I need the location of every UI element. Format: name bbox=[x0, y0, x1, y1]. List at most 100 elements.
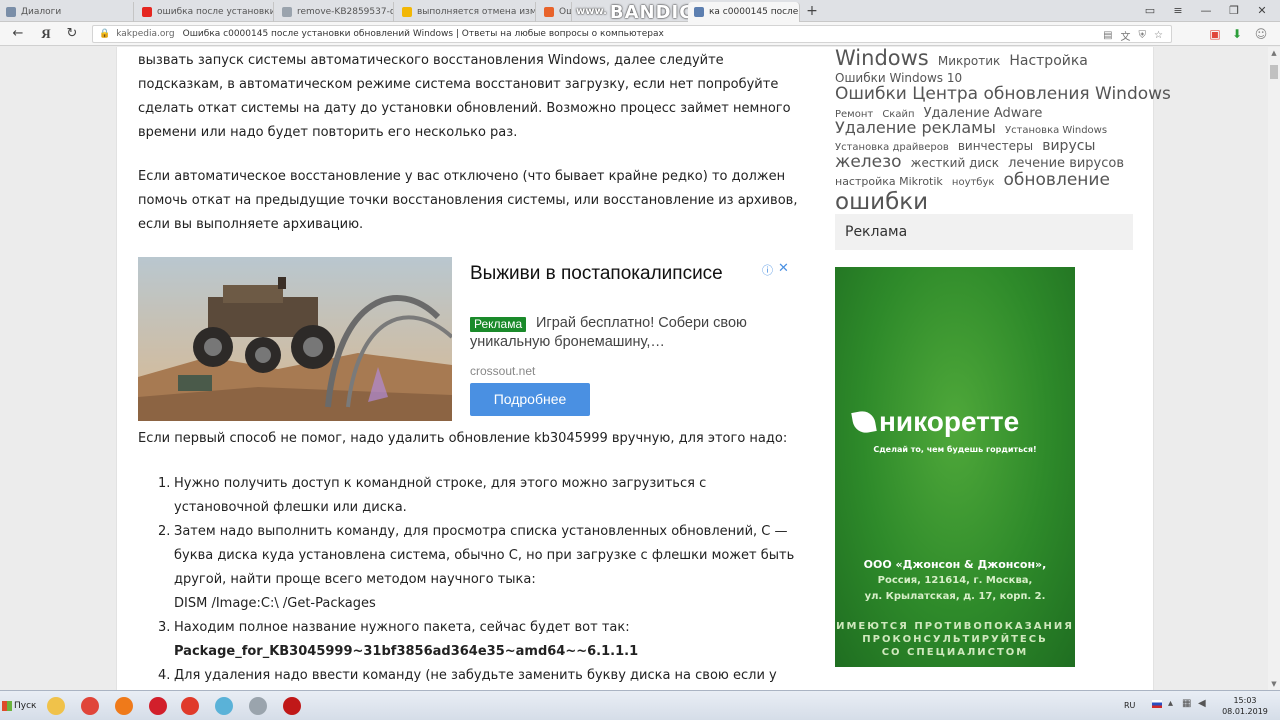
maximize-button[interactable]: ❐ bbox=[1222, 2, 1246, 20]
extension-icon[interactable]: ▣ bbox=[1206, 25, 1224, 43]
ad-description[interactable]: Играй бесплатно! Собери свою уникальную … bbox=[470, 314, 790, 352]
tab-label: ка c0000145 после bbox=[709, 7, 799, 17]
tag-link[interactable]: Ошибки Центра обновления Windows bbox=[835, 84, 1171, 104]
step-number: 3. bbox=[158, 620, 171, 635]
game-ad[interactable]: Выживи в постапокалипсисе Реклама Играй … bbox=[138, 257, 794, 421]
address-line: Россия, 121614, г. Москва, bbox=[877, 575, 1033, 586]
address-bar[interactable]: 🔒 kakpedia.org Ошибка c0000145 после уст… bbox=[92, 25, 1172, 43]
reader-icon[interactable]: ▤ bbox=[1103, 30, 1112, 41]
taskbar-app-firefox[interactable] bbox=[110, 694, 138, 718]
tag-link[interactable]: ноутбук bbox=[952, 177, 995, 188]
clock[interactable]: 15:03 08.01.2019 bbox=[1220, 695, 1270, 717]
banner-warning: ИМЕЮТСЯ ПРОТИВОПОКАЗАНИЯ ПРОКОНСУЛЬТИРУЙ… bbox=[835, 620, 1075, 659]
taskbar-app-notes[interactable] bbox=[210, 694, 238, 718]
tag-link[interactable]: Микротик bbox=[938, 54, 1000, 68]
tag-link[interactable]: лечение вирусов bbox=[1008, 156, 1124, 171]
tab-rollback[interactable]: выполняется отмена изм bbox=[396, 2, 536, 22]
tag-link[interactable]: ошибки bbox=[835, 189, 928, 215]
back-button[interactable]: ← bbox=[8, 25, 28, 43]
tag-link[interactable]: Windows bbox=[835, 47, 929, 70]
tabs-menu-icon[interactable]: ▭ bbox=[1138, 2, 1162, 20]
start-button[interactable]: Пуск bbox=[2, 695, 38, 717]
page-icon bbox=[282, 7, 292, 17]
nicorette-brand: никоретте bbox=[879, 406, 1020, 437]
taskbar-app-explorer[interactable] bbox=[42, 694, 70, 718]
tag-link[interactable]: Установка Windows bbox=[1005, 125, 1107, 137]
reload-button[interactable]: ↻ bbox=[62, 25, 82, 43]
tag-link[interactable]: Удаление рекламы bbox=[835, 118, 996, 137]
yandex-icon bbox=[181, 697, 199, 715]
tab-yandex-search[interactable]: ошибка после установки о bbox=[136, 2, 274, 22]
page-viewport: вызвать запуск системы автоматического в… bbox=[0, 47, 1280, 690]
list-item: 3. Находим полное название нужного пакет… bbox=[138, 616, 798, 664]
new-tab-button[interactable]: + bbox=[804, 2, 820, 20]
chrome-icon bbox=[81, 697, 99, 715]
bookmark-star-icon[interactable]: ☆ bbox=[1154, 30, 1163, 41]
close-window-button[interactable]: ✕ bbox=[1250, 2, 1274, 20]
instruction-list: 1. Нужно получить доступ к командной стр… bbox=[138, 472, 798, 690]
tray-arrow-icon[interactable]: ▴ bbox=[1168, 698, 1173, 709]
taskbar-app-record[interactable] bbox=[278, 694, 306, 718]
taskbar-app-disc[interactable] bbox=[244, 694, 272, 718]
tab-strip: Диалоги ошибка после установки о remove-… bbox=[0, 0, 1280, 22]
ad-more-button[interactable]: Подробнее bbox=[470, 383, 590, 416]
clock-date: 08.01.2019 bbox=[1222, 707, 1268, 716]
minimize-button[interactable]: — bbox=[1194, 2, 1218, 20]
ad-title[interactable]: Выживи в постапокалипсисе bbox=[470, 261, 770, 286]
volume-icon[interactable]: ◀ bbox=[1198, 698, 1206, 709]
start-label: Пуск bbox=[14, 701, 37, 711]
taskbar-app-opera[interactable] bbox=[144, 694, 172, 718]
tab-active-error[interactable]: ка c0000145 после ✕ bbox=[688, 2, 800, 22]
tab-label: ошибка после установки о bbox=[157, 7, 274, 17]
scroll-down-icon[interactable]: ▼ bbox=[1268, 678, 1280, 690]
scroll-thumb[interactable] bbox=[1270, 65, 1278, 79]
nicorette-logo: никоретте bbox=[851, 406, 1057, 437]
tag-link[interactable]: настройка Mikrotik bbox=[835, 175, 943, 188]
list-item: 1. Нужно получить доступ к командной стр… bbox=[138, 472, 798, 520]
tag-link[interactable]: Настройка bbox=[1009, 53, 1088, 69]
tab-dialogs[interactable]: Диалоги bbox=[0, 2, 134, 22]
protect-icon[interactable]: ⛨ bbox=[1139, 30, 1147, 41]
ad-image[interactable] bbox=[138, 257, 452, 421]
browser-toolbar: ← Я ↻ 🔒 kakpedia.org Ошибка c0000145 пос… bbox=[0, 22, 1280, 46]
step-text: Затем надо выполнить команду, для просмо… bbox=[174, 524, 795, 587]
page-content: вызвать запуск системы автоматического в… bbox=[116, 47, 1171, 690]
record-icon bbox=[283, 697, 301, 715]
page-scrollbar[interactable]: ▲ ▼ bbox=[1268, 47, 1280, 690]
taskbar-app-chrome[interactable] bbox=[76, 694, 104, 718]
translate-icon[interactable]: 文 bbox=[1121, 28, 1131, 43]
ad-widget-title: Реклама bbox=[835, 214, 1133, 250]
address-bar-icons: ▤ 文 ⛨ ☆ bbox=[1103, 26, 1163, 44]
taskbar-app-yandex[interactable] bbox=[176, 694, 204, 718]
article-paragraph: Если автоматическое восстановление у вас… bbox=[138, 169, 798, 232]
tag-link[interactable]: Ошибки Windows 10 bbox=[835, 71, 962, 85]
article-paragraph: вызвать запуск системы автоматического в… bbox=[138, 53, 791, 140]
taskbar: Пуск RU ▴ ▦ ◀ 15:03 08.01.2019 bbox=[0, 690, 1280, 720]
tag-link[interactable]: жесткий диск bbox=[911, 156, 999, 170]
language-indicator[interactable]: RU bbox=[1124, 701, 1135, 710]
step-number: 2. bbox=[158, 524, 171, 539]
tab-label: Диалоги bbox=[21, 7, 62, 17]
scroll-up-icon[interactable]: ▲ bbox=[1268, 47, 1280, 59]
tag-link[interactable]: обновление bbox=[1004, 170, 1110, 190]
nicorette-banner[interactable]: никоретте Сделай то, чем будешь гордитьс… bbox=[835, 267, 1075, 667]
tag-link[interactable]: винчестеры bbox=[958, 139, 1033, 153]
tag-link[interactable]: вирусы bbox=[1042, 138, 1095, 154]
ad-info-icon[interactable]: ⓘ bbox=[762, 259, 773, 283]
yandex-home-button[interactable]: Я bbox=[36, 25, 56, 43]
network-icon[interactable]: ▦ bbox=[1182, 698, 1191, 709]
download-icon[interactable]: ⬇ bbox=[1228, 25, 1246, 43]
extension-ghost-icon[interactable]: ☺ bbox=[1252, 25, 1270, 43]
tab-label: remove-KB2859537-dism.p bbox=[297, 7, 393, 17]
close-tab-icon[interactable]: ✕ bbox=[798, 7, 799, 18]
ad-close-icon[interactable]: ✕ bbox=[778, 257, 789, 281]
banner-address: ООО «Джонсон & Джонсон», Россия, 121614,… bbox=[835, 557, 1075, 605]
windows-flag-icon bbox=[2, 701, 12, 711]
tab-error-blog[interactable]: Ошиб bbox=[538, 2, 572, 22]
tab-remove-kb[interactable]: remove-KB2859537-dism.p bbox=[276, 2, 394, 22]
tag-link[interactable]: железо bbox=[835, 152, 902, 172]
url-title: Ошибка c0000145 после установки обновлен… bbox=[182, 29, 664, 39]
ad-domain[interactable]: crossout.net bbox=[470, 359, 535, 383]
settings-menu-icon[interactable]: ≡ bbox=[1166, 2, 1190, 20]
command-text: DISM /Image:C:\ /Get-Packages bbox=[174, 596, 376, 611]
